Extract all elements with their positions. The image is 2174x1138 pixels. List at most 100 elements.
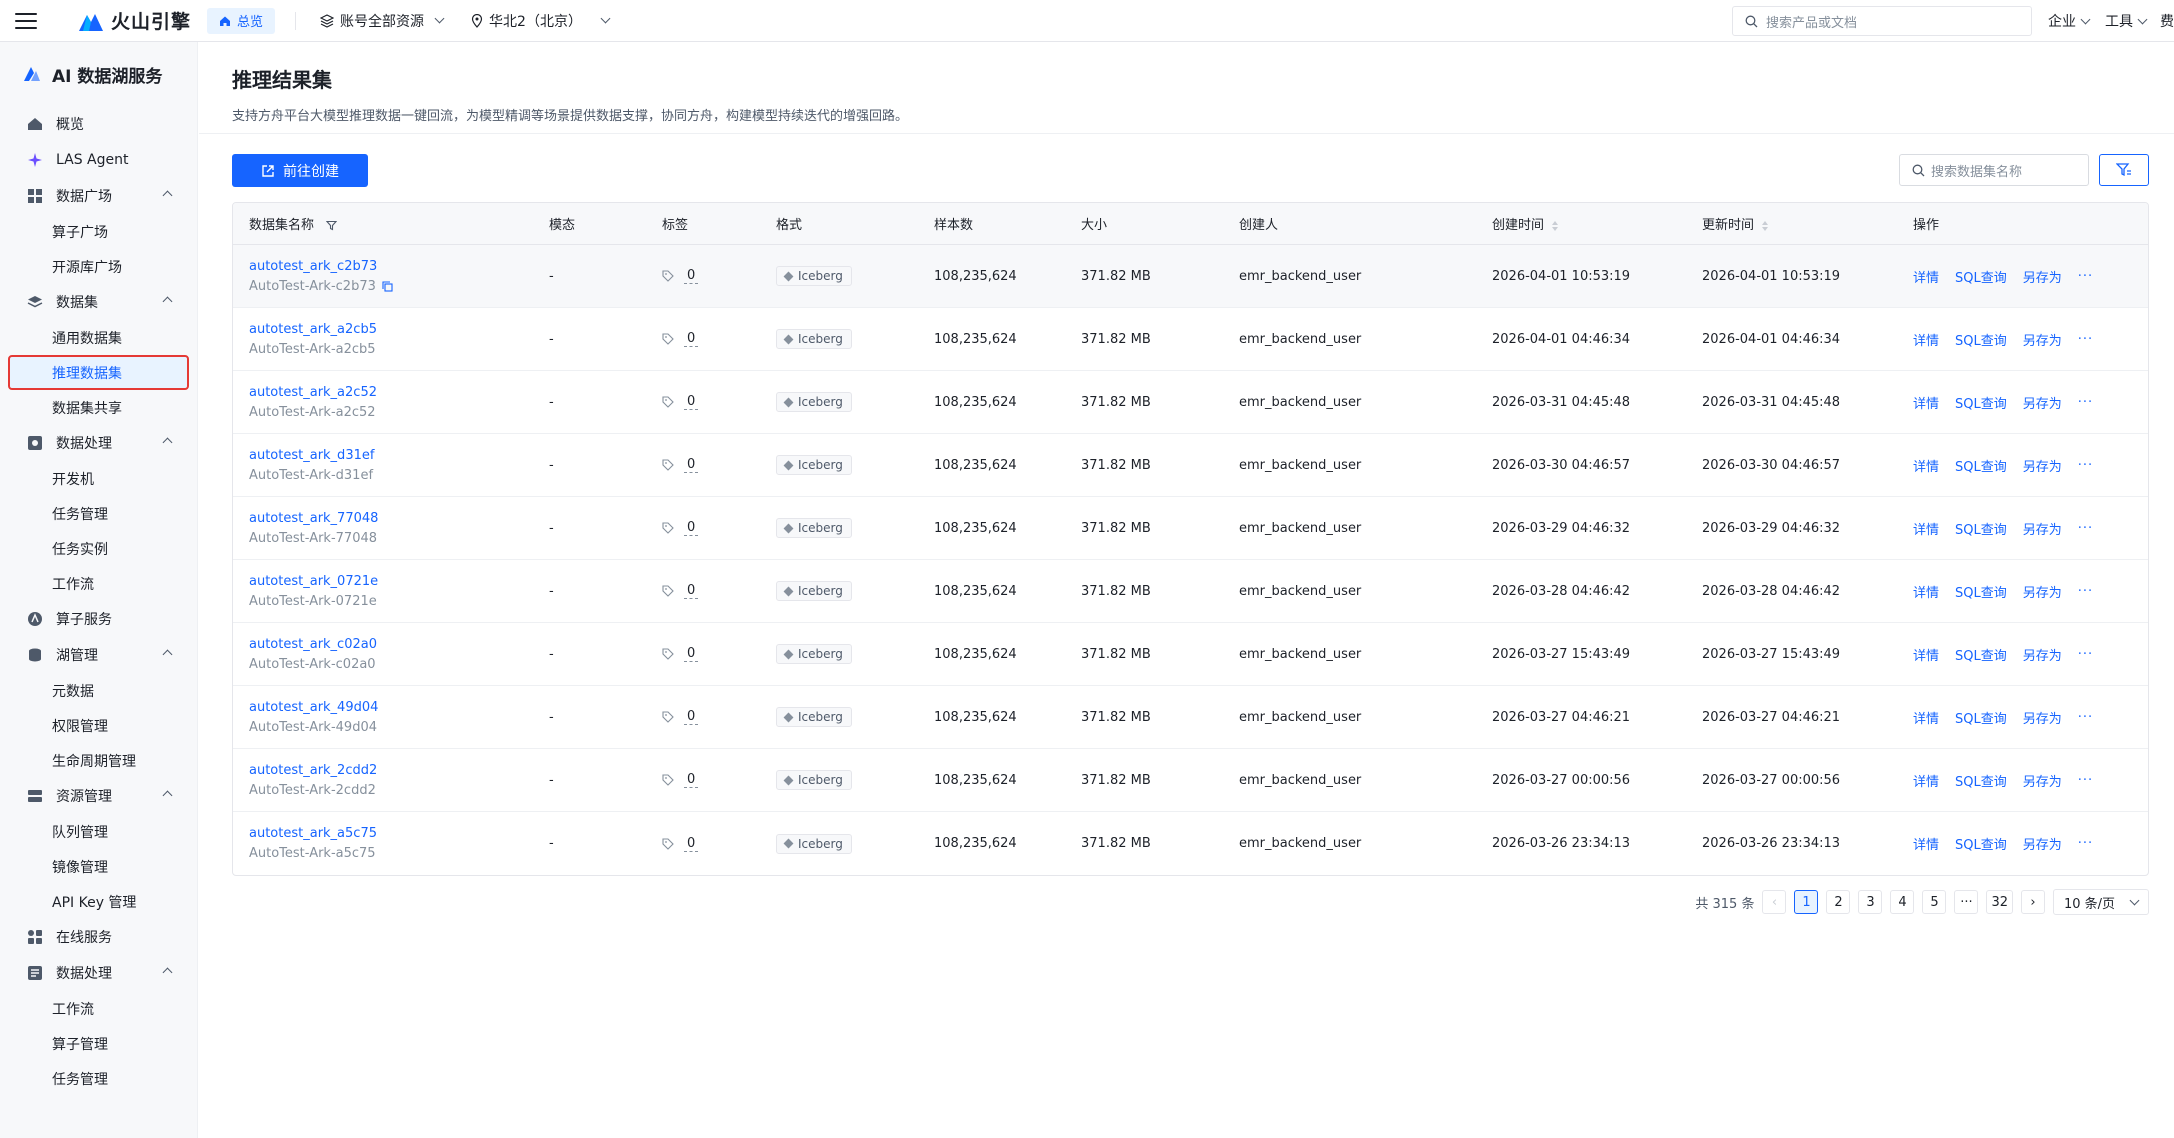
dataset-name-link[interactable]: autotest_ark_a2cb5 bbox=[249, 322, 549, 337]
sidebar-item-4-3[interactable]: 工作流 bbox=[0, 566, 197, 601]
sidebar-group-0[interactable]: 概览 bbox=[0, 106, 197, 142]
more-actions-icon[interactable]: ··· bbox=[2078, 836, 2093, 851]
sidebar-group-8[interactable]: 在线服务 bbox=[0, 919, 197, 955]
filter-button[interactable] bbox=[2099, 154, 2149, 186]
region-dropdown[interactable]: 华北2（北京） bbox=[471, 11, 611, 31]
filter-funnel-icon[interactable] bbox=[325, 220, 338, 231]
detail-link[interactable]: 详情 bbox=[1913, 456, 1939, 475]
save-as-link[interactable]: 另存为 bbox=[2023, 708, 2062, 727]
dataset-name-link[interactable]: autotest_ark_2cdd2 bbox=[249, 763, 549, 778]
detail-link[interactable]: 详情 bbox=[1913, 708, 1939, 727]
sql-query-link[interactable]: SQL查询 bbox=[1955, 582, 2007, 601]
sidebar-group-1[interactable]: LAS Agent bbox=[0, 142, 197, 178]
more-actions-icon[interactable]: ··· bbox=[2078, 773, 2093, 788]
sidebar-item-2-1[interactable]: 开源库广场 bbox=[0, 249, 197, 284]
sidebar-item-7-0[interactable]: 队列管理 bbox=[0, 814, 197, 849]
account-scope-dropdown[interactable]: 账号全部资源 bbox=[320, 11, 445, 31]
sidebar-item-9-1[interactable]: 算子管理 bbox=[0, 1026, 197, 1061]
detail-link[interactable]: 详情 bbox=[1913, 582, 1939, 601]
sidebar-item-6-1[interactable]: 权限管理 bbox=[0, 708, 197, 743]
more-actions-icon[interactable]: ··· bbox=[2078, 710, 2093, 725]
save-as-link[interactable]: 另存为 bbox=[2023, 393, 2062, 412]
create-button[interactable]: 前往创建 bbox=[232, 154, 368, 187]
tag-count[interactable]: 0 bbox=[684, 394, 699, 410]
sql-query-link[interactable]: SQL查询 bbox=[1955, 393, 2007, 412]
sidebar-item-9-2[interactable]: 任务管理 bbox=[0, 1061, 197, 1096]
header-cell-created[interactable]: 创建时间 bbox=[1492, 214, 1702, 233]
sidebar-item-6-0[interactable]: 元数据 bbox=[0, 673, 197, 708]
table-row[interactable]: autotest_ark_a5c75 AutoTest-Ark-a5c75 - … bbox=[233, 812, 2148, 875]
menu-icon[interactable] bbox=[15, 12, 37, 29]
table-row[interactable]: autotest_ark_d31ef AutoTest-Ark-d31ef - … bbox=[233, 434, 2148, 497]
page-button-1[interactable]: 2 bbox=[1826, 890, 1851, 914]
table-row[interactable]: autotest_ark_c2b73 AutoTest-Ark-c2b73 - … bbox=[233, 245, 2148, 308]
sidebar-group-3[interactable]: 数据集 bbox=[0, 284, 197, 320]
tag-count[interactable]: 0 bbox=[684, 709, 699, 725]
sidebar-group-6[interactable]: 湖管理 bbox=[0, 637, 197, 673]
chevron-up-icon[interactable] bbox=[162, 190, 173, 201]
more-actions-icon[interactable]: ··· bbox=[2078, 458, 2093, 473]
dataset-search-input[interactable]: 搜索数据集名称 bbox=[1899, 154, 2089, 186]
detail-link[interactable]: 详情 bbox=[1913, 330, 1939, 349]
page-button-2[interactable]: 3 bbox=[1858, 890, 1883, 914]
detail-link[interactable]: 详情 bbox=[1913, 393, 1939, 412]
dataset-name-link[interactable]: autotest_ark_a2c52 bbox=[249, 385, 549, 400]
page-button-5[interactable]: ··· bbox=[1954, 890, 1979, 914]
tag-count[interactable]: 0 bbox=[684, 520, 699, 536]
header-cell-name[interactable]: 数据集名称 bbox=[233, 214, 549, 233]
detail-link[interactable]: 详情 bbox=[1913, 834, 1939, 853]
table-row[interactable]: autotest_ark_2cdd2 AutoTest-Ark-2cdd2 - … bbox=[233, 749, 2148, 812]
tag-count[interactable]: 0 bbox=[684, 772, 699, 788]
sidebar-item-7-2[interactable]: API Key 管理 bbox=[0, 884, 197, 919]
detail-link[interactable]: 详情 bbox=[1913, 519, 1939, 538]
save-as-link[interactable]: 另存为 bbox=[2023, 330, 2062, 349]
sidebar-item-3-1[interactable]: 推理数据集 bbox=[8, 355, 189, 390]
save-as-link[interactable]: 另存为 bbox=[2023, 267, 2062, 286]
dataset-name-link[interactable]: autotest_ark_c2b73 bbox=[249, 259, 549, 274]
sql-query-link[interactable]: SQL查询 bbox=[1955, 708, 2007, 727]
sql-query-link[interactable]: SQL查询 bbox=[1955, 330, 2007, 349]
brand-logo[interactable]: 火山引擎 bbox=[77, 7, 191, 34]
page-size-select[interactable]: 10 条/页 bbox=[2053, 889, 2149, 915]
sidebar-item-4-1[interactable]: 任务管理 bbox=[0, 496, 197, 531]
table-row[interactable]: autotest_ark_a2cb5 AutoTest-Ark-a2cb5 - … bbox=[233, 308, 2148, 371]
sidebar-group-5[interactable]: 算子服务 bbox=[0, 601, 197, 637]
sort-icon[interactable] bbox=[1552, 220, 1559, 231]
next-page-button[interactable]: › bbox=[2021, 890, 2045, 914]
page-button-4[interactable]: 5 bbox=[1922, 890, 1947, 914]
dataset-name-link[interactable]: autotest_ark_77048 bbox=[249, 511, 549, 526]
more-actions-icon[interactable]: ··· bbox=[2078, 395, 2093, 410]
tag-count[interactable]: 0 bbox=[684, 836, 699, 852]
dataset-name-link[interactable]: autotest_ark_d31ef bbox=[249, 448, 549, 463]
dataset-name-link[interactable]: autotest_ark_c02a0 bbox=[249, 637, 549, 652]
sidebar-item-2-0[interactable]: 算子广场 bbox=[0, 214, 197, 249]
sidebar-item-6-2[interactable]: 生命周期管理 bbox=[0, 743, 197, 778]
page-button-3[interactable]: 4 bbox=[1890, 890, 1915, 914]
chevron-up-icon[interactable] bbox=[162, 967, 173, 978]
more-actions-icon[interactable]: ··· bbox=[2078, 521, 2093, 536]
sidebar-group-9[interactable]: 数据处理 bbox=[0, 955, 197, 991]
sidebar-item-4-2[interactable]: 任务实例 bbox=[0, 531, 197, 566]
sidebar-item-3-0[interactable]: 通用数据集 bbox=[0, 320, 197, 355]
detail-link[interactable]: 详情 bbox=[1913, 645, 1939, 664]
sidebar-group-4[interactable]: 数据处理 bbox=[0, 425, 197, 461]
sql-query-link[interactable]: SQL查询 bbox=[1955, 834, 2007, 853]
tag-count[interactable]: 0 bbox=[684, 457, 699, 473]
dataset-name-link[interactable]: autotest_ark_a5c75 bbox=[249, 826, 549, 841]
table-row[interactable]: autotest_ark_c02a0 AutoTest-Ark-c02a0 - … bbox=[233, 623, 2148, 686]
tag-count[interactable]: 0 bbox=[684, 331, 699, 347]
page-button-0[interactable]: 1 bbox=[1794, 890, 1819, 914]
detail-link[interactable]: 详情 bbox=[1913, 771, 1939, 790]
dataset-name-link[interactable]: autotest_ark_0721e bbox=[249, 574, 549, 589]
more-actions-icon[interactable]: ··· bbox=[2078, 332, 2093, 347]
chevron-up-icon[interactable] bbox=[162, 296, 173, 307]
chevron-up-icon[interactable] bbox=[162, 437, 173, 448]
page-button-6[interactable]: 32 bbox=[1986, 890, 2013, 914]
chevron-up-icon[interactable] bbox=[162, 649, 173, 660]
save-as-link[interactable]: 另存为 bbox=[2023, 519, 2062, 538]
tag-count[interactable]: 0 bbox=[684, 268, 699, 284]
tools-menu[interactable]: 工具 bbox=[2105, 11, 2148, 31]
save-as-link[interactable]: 另存为 bbox=[2023, 582, 2062, 601]
table-row[interactable]: autotest_ark_49d04 AutoTest-Ark-49d04 - … bbox=[233, 686, 2148, 749]
sidebar-item-4-0[interactable]: 开发机 bbox=[0, 461, 197, 496]
